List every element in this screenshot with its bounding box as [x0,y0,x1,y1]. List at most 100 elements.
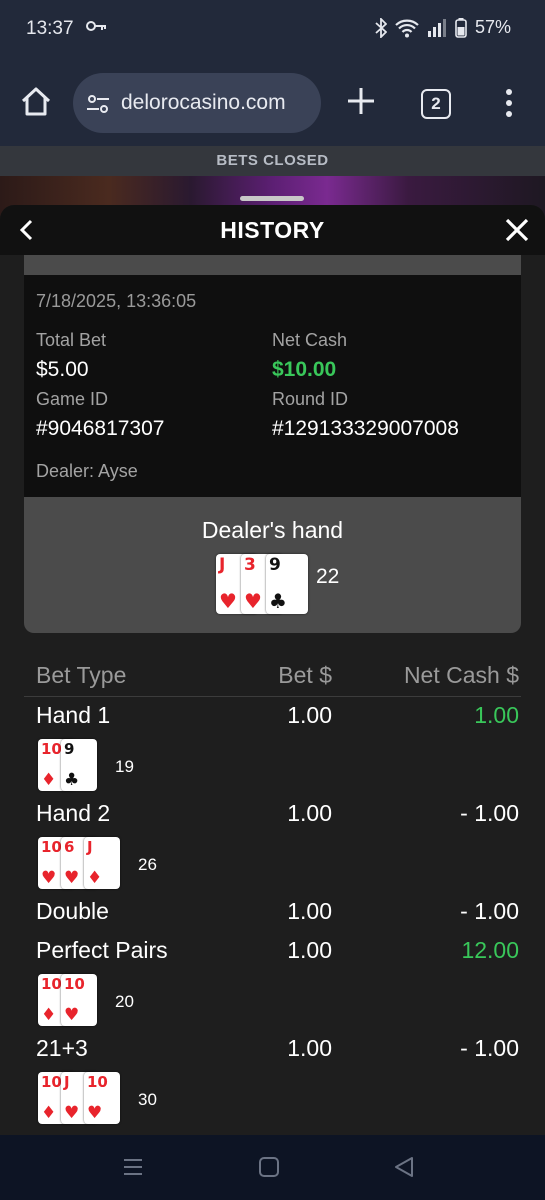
net-cash-value: $10.00 [272,358,337,381]
address-bar[interactable]: delorocasino.com [73,73,321,133]
card-suit: ♦ [87,868,103,888]
net-cash-cell: - 1.00 [460,800,519,826]
card-suit: ♥ [64,868,80,888]
battery-percent: 57% [474,17,511,37]
status-icons: 57% [375,17,511,38]
net-cash-cell: 12.00 [461,937,519,963]
card-rank: 6 [64,838,75,856]
key-icon [86,18,108,38]
signal-icon [427,18,447,38]
previous-entry-edge [24,255,521,275]
playing-card: 10 ♥ [61,974,97,1026]
net-cash-cell: - 1.00 [460,1035,519,1061]
bet-type-cell: 21+3 [36,1035,88,1061]
bets-closed-banner: BETS CLOSED [0,146,545,176]
sheet-grab-handle[interactable] [240,196,304,201]
playing-card: J ♦ [84,837,120,889]
close-button[interactable] [503,216,531,244]
browser-toolbar: delorocasino.com 2 [0,60,545,146]
total-bet-label: Total Bet [36,330,107,350]
status-time: 13:37 [26,18,74,39]
net-cash-label: Net Cash [272,330,348,350]
bet-type-cell: Perfect Pairs [36,937,168,963]
new-tab-button[interactable] [344,84,378,118]
plus-icon [348,88,374,114]
home-square-icon [259,1157,279,1177]
game-id-value: #9046817307 [36,417,165,440]
round-details-card: 7/18/2025, 13:36:05 Total Bet $5.00 Net … [24,275,521,497]
card-rank: J [219,555,226,575]
card-suit: ♥ [64,1005,80,1025]
history-header: HISTORY [0,205,545,255]
card-suit: ♥ [41,868,57,888]
card-suit: ♥ [219,589,237,613]
tab-switcher-button[interactable]: 2 [421,89,451,119]
card-rank: 9 [269,555,281,575]
net-cash-header: Net Cash $ [403,662,519,688]
card-suit: ♥ [87,1103,103,1123]
recents-button[interactable] [122,1157,144,1177]
recents-icon [124,1159,142,1175]
hand-total: 19 [115,757,134,776]
bet-type-header: Bet Type [36,662,127,688]
card-rank: 3 [244,555,256,575]
bet-amount-cell: 1.00 [287,898,332,924]
card-rank: 10 [87,1073,108,1091]
card-suit: ♥ [64,1103,80,1123]
net-cash-cell: - 1.00 [460,898,519,924]
history-title: HISTORY [220,217,325,243]
history-sheet: HISTORY 7/18/2025, 13:36:05 Total Bet $5… [0,205,545,1135]
wifi-icon [395,18,419,38]
bet-type-cell: Hand 1 [36,702,111,728]
net-cash-cell: 1.00 [474,702,519,728]
bet-type-cell: Hand 2 [36,800,111,826]
bets-table-header: Bet Type Bet $ Net Cash $ [24,657,521,697]
bet-type-cell: Double [36,898,109,924]
card-rank: 10 [41,740,62,758]
dealer-hand-title: Dealer's hand [201,517,344,543]
total-bet-value: $5.00 [36,358,89,381]
round-id-value: #129133329007008 [272,417,459,440]
home-button[interactable] [18,84,54,120]
system-nav-bar [0,1135,545,1200]
bet-amount-cell: 1.00 [287,937,332,963]
nav-home-button[interactable] [258,1156,280,1178]
round-id-label: Round ID [272,389,349,409]
home-icon [21,87,51,116]
game-id-label: Game ID [36,389,109,409]
hand-total: 30 [138,1090,157,1109]
card-suit: ♦ [41,770,57,790]
url-text: delorocasino.com [121,91,286,114]
hand-total: 26 [138,855,157,874]
dealer-hand-total: 22 [316,565,340,588]
dealer-name: Dealer: Ayse [36,461,138,481]
site-settings-icon[interactable] [85,91,111,117]
hand-total: 20 [115,992,134,1011]
back-triangle-icon [395,1157,413,1177]
dealer-cards: J ♥ 3 ♥ 9 ♣ [216,554,316,614]
bet-amount-cell: 1.00 [287,702,332,728]
card-rank: 10 [41,838,62,856]
card-rank: 10 [64,975,85,993]
card-rank: 10 [41,1073,62,1091]
more-vert-icon [506,89,512,117]
card-rank: 9 [64,740,75,758]
card-rank: J [64,1073,70,1091]
card-suit: ♦ [41,1005,57,1025]
close-icon [505,218,529,242]
bet-amount-cell: 1.00 [287,1035,332,1061]
card-rank: J [87,838,93,856]
bet-amount-header: Bet $ [278,662,332,688]
card-suit: ♣ [269,589,287,613]
dealer-hand-panel: Dealer's hand J ♥ 3 ♥ 9 ♣ 22 [24,497,521,633]
playing-card: 9 ♣ [266,554,308,614]
battery-icon [455,17,467,38]
playing-card: 9 ♣ [61,739,97,791]
card-suit: ♣ [64,770,80,790]
nav-back-button[interactable] [393,1155,415,1179]
browser-menu-button[interactable] [497,86,521,120]
card-suit: ♦ [41,1103,57,1123]
status-bar: 13:37 57% [0,0,545,60]
card-rank: 10 [41,975,62,993]
bet-amount-cell: 1.00 [287,800,332,826]
